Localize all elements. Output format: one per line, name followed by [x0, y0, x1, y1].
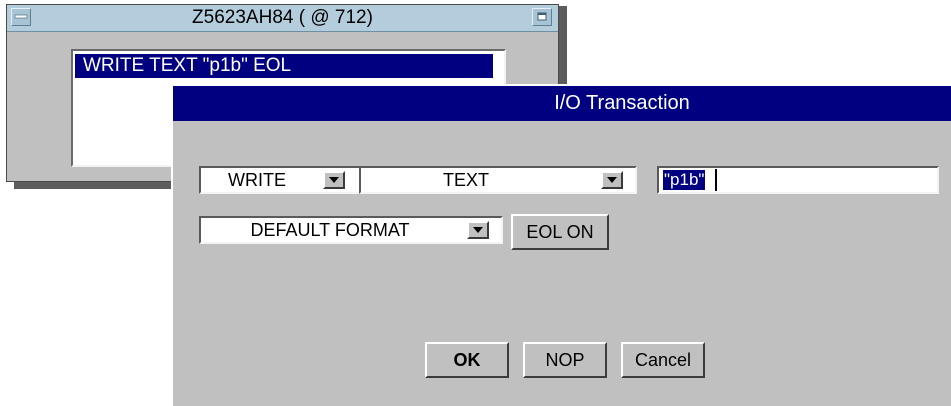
dialog-titlebar[interactable]: I/O Transaction: [173, 86, 951, 121]
transaction-item[interactable]: WRITE TEXT "p1b" EOL: [75, 54, 493, 78]
action-select-arrow[interactable]: [323, 171, 345, 189]
maximize-icon: [537, 12, 547, 21]
action-select-value: WRITE: [228, 170, 286, 190]
object-window-title: Z5623AH84 ( @ 712): [192, 7, 373, 28]
object-window-titlebar[interactable]: Z5623AH84 ( @ 712): [7, 5, 558, 32]
nop-button[interactable]: NOP: [523, 342, 607, 378]
dropdown-arrow-icon: [329, 177, 339, 183]
eol-toggle-button[interactable]: EOL ON: [511, 214, 609, 250]
type-select[interactable]: TEXT: [359, 166, 637, 194]
format-select[interactable]: DEFAULT FORMAT: [199, 216, 503, 244]
format-select-value: DEFAULT FORMAT: [250, 220, 410, 240]
type-select-arrow[interactable]: [601, 171, 623, 189]
action-select[interactable]: WRITE: [199, 166, 363, 194]
maximize-button[interactable]: [532, 8, 552, 26]
type-select-value: TEXT: [442, 170, 489, 190]
cancel-button[interactable]: Cancel: [621, 342, 705, 378]
io-transaction-dialog: I/O Transaction WRITE TEXT "p1b" DEFAULT…: [171, 84, 951, 406]
expression-field[interactable]: "p1b": [657, 166, 939, 194]
dialog-title: I/O Transaction: [554, 92, 690, 114]
text-caret: [715, 169, 717, 191]
dropdown-arrow-icon: [607, 177, 617, 183]
format-select-arrow[interactable]: [467, 221, 489, 239]
dropdown-arrow-icon: [473, 227, 483, 233]
ok-button[interactable]: OK: [425, 342, 509, 378]
expression-field-value: "p1b": [663, 170, 706, 190]
